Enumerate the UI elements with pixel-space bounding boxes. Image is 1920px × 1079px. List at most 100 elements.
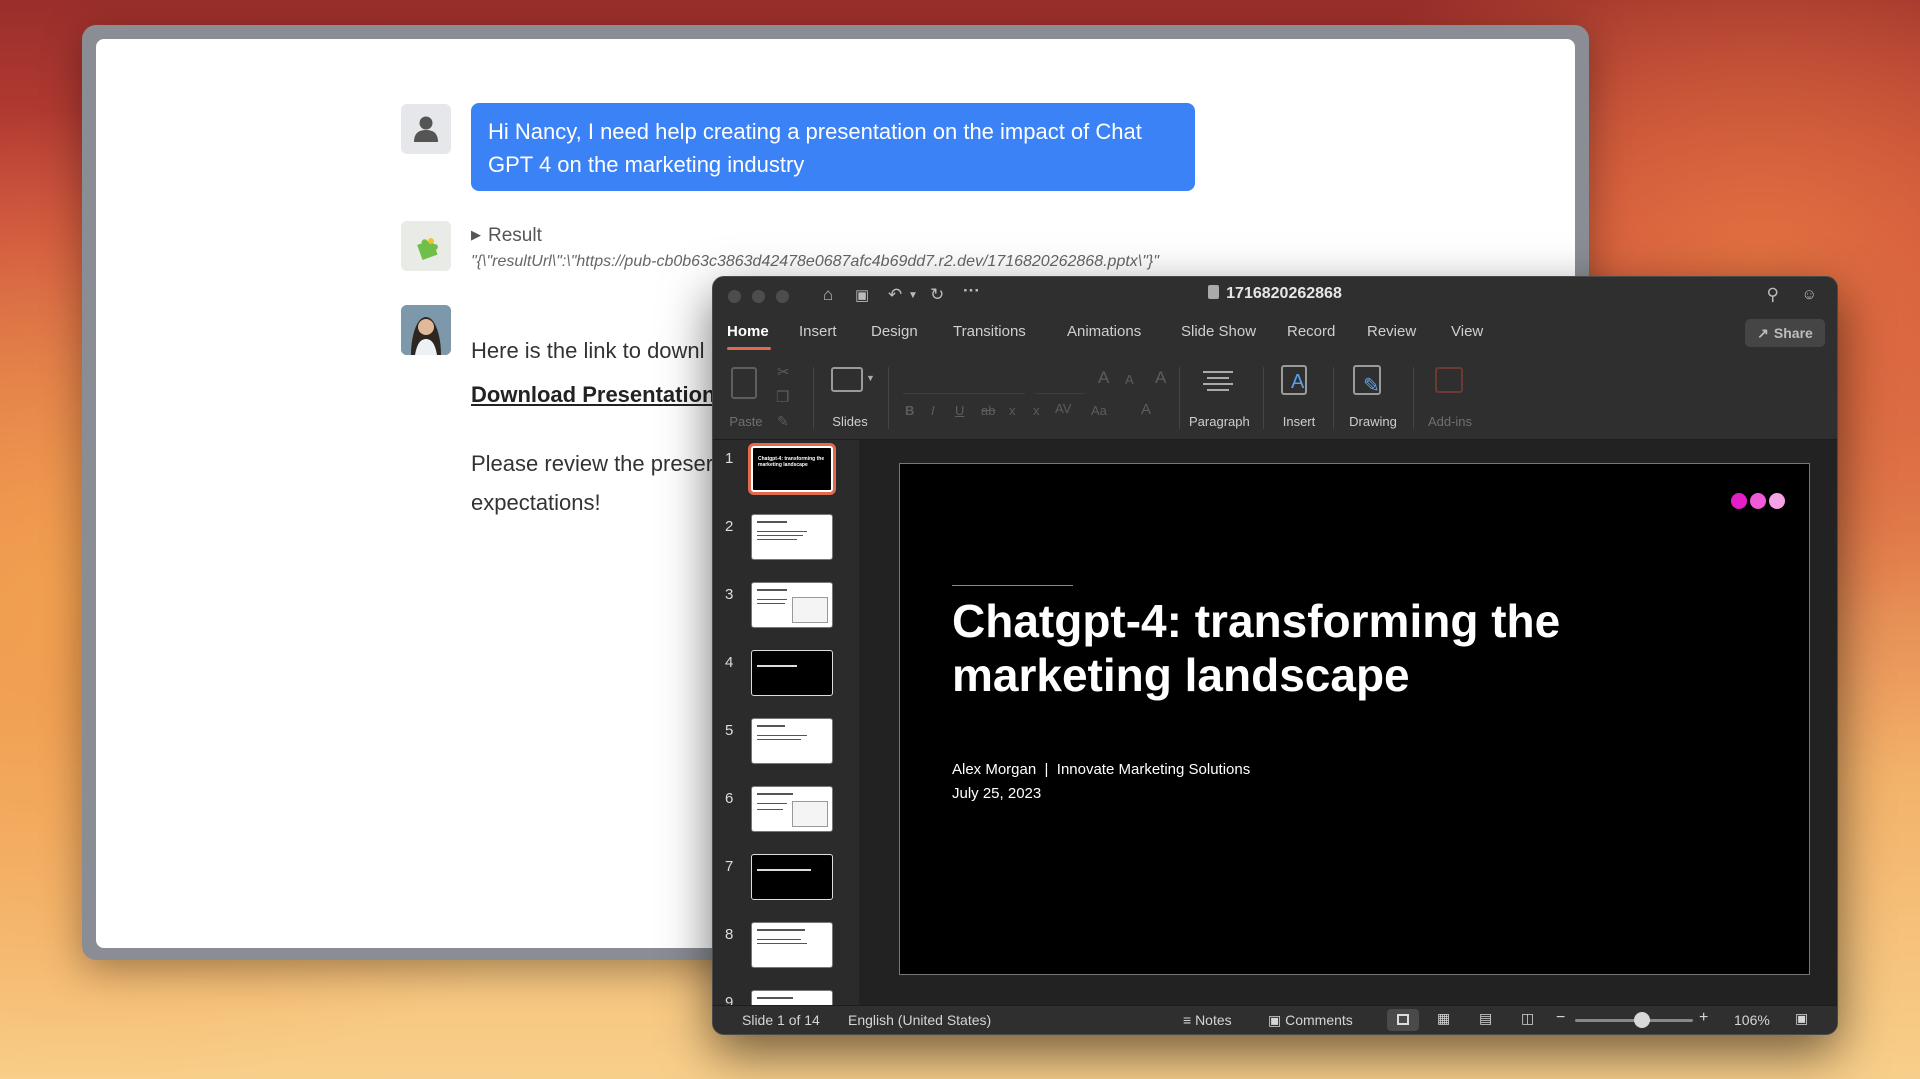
file-icon (1208, 285, 1220, 299)
slides-label: Slides (832, 414, 868, 429)
format-painter-icon[interactable]: ✎ (777, 413, 789, 430)
zoom-level[interactable]: 106% (1734, 1012, 1770, 1028)
link-intro-text: Here is the link to downl (471, 338, 705, 363)
tab-slide-show[interactable]: Slide Show (1181, 323, 1256, 340)
person-icon (414, 116, 438, 142)
slide-thumbnail-2[interactable] (751, 514, 833, 560)
comment-icon: ▣ (1268, 1012, 1282, 1028)
reading-view-button[interactable]: ▤ (1471, 1009, 1503, 1031)
slide-thumbnail-5[interactable] (751, 718, 833, 764)
result-json: "{\"resultUrl\":\"https://pub-cb0b63c386… (471, 253, 1159, 270)
notes-label: Notes (1195, 1012, 1232, 1028)
slides-button[interactable]: ▼ Slides (825, 359, 875, 434)
add-ins-button[interactable]: Add-ins (1425, 359, 1475, 434)
slide-thumbnail-3[interactable] (751, 582, 833, 628)
dot-3 (1769, 493, 1785, 509)
thumbnail-title: Chatgpt-4: transforming the marketing la… (758, 456, 825, 468)
grid-icon: ▦ (1437, 1010, 1451, 1026)
account-icon[interactable]: ☺ (1802, 286, 1817, 303)
underline-icon[interactable]: U (955, 403, 964, 418)
active-tab-indicator (727, 347, 771, 350)
clear-formatting-icon[interactable]: A (1155, 368, 1166, 388)
tab-transitions[interactable]: Transitions (953, 323, 1026, 340)
slide-thumbnail-1[interactable]: Chatgpt-4: transforming the marketing la… (751, 446, 833, 492)
tab-insert[interactable]: Insert (799, 323, 837, 340)
zoom-slider-handle[interactable] (1634, 1012, 1650, 1028)
share-button[interactable]: ↗ Share (1745, 319, 1825, 347)
add-ins-icon (1435, 367, 1463, 393)
current-slide[interactable]: Chatgpt-4: transforming the marketing la… (899, 463, 1810, 975)
agent-photo-icon (401, 305, 451, 355)
disclosure-triangle-icon: ▶ (471, 227, 481, 242)
slide-thumbnail-7[interactable] (751, 854, 833, 900)
superscript-icon[interactable]: x (1033, 403, 1040, 418)
presentation-icon: ◫ (1521, 1010, 1535, 1026)
slides-icon (831, 367, 863, 392)
copy-icon[interactable]: ❐ (776, 388, 789, 406)
plugin-avatar (401, 221, 451, 271)
thumbnail-number: 7 (725, 858, 734, 875)
thumbnail-number: 5 (725, 722, 734, 739)
tab-design[interactable]: Design (871, 323, 918, 340)
cut-icon[interactable]: ✂ (777, 363, 790, 381)
zoom-in-icon[interactable]: + (1699, 1009, 1708, 1027)
normal-view-button[interactable] (1387, 1009, 1419, 1031)
thumbnail-number: 2 (725, 518, 734, 535)
tab-home[interactable]: Home (727, 323, 769, 340)
tab-record[interactable]: Record (1287, 323, 1335, 340)
comments-button[interactable]: ▣ Comments (1268, 1012, 1353, 1029)
increase-font-size-icon[interactable]: A (1098, 368, 1109, 388)
agent-avatar (401, 305, 451, 355)
subscript-icon[interactable]: x (1009, 403, 1016, 418)
search-icon[interactable]: ⚲ (1767, 285, 1779, 305)
paragraph-button[interactable]: Paragraph (1189, 359, 1250, 434)
notes-button[interactable]: ≡ Notes (1183, 1012, 1232, 1028)
insert-button[interactable]: A Insert (1273, 359, 1325, 434)
decrease-font-size-icon[interactable]: A (1125, 372, 1134, 387)
insert-label: Insert (1282, 414, 1316, 429)
font-size-dropdown[interactable] (1035, 369, 1085, 394)
font-color-icon[interactable]: A (1141, 401, 1151, 418)
zoom-out-icon[interactable]: − (1556, 1009, 1565, 1027)
title-rule (952, 585, 1073, 586)
drawing-button[interactable]: ✎ Drawing (1343, 359, 1403, 434)
share-icon: ↗ (1757, 324, 1769, 341)
slide-date[interactable]: July 25, 2023 (952, 785, 1041, 802)
slide-title[interactable]: Chatgpt-4: transforming the marketing la… (952, 594, 1672, 702)
slide-thumbnail-8[interactable] (751, 922, 833, 968)
slide-author[interactable]: Alex Morgan | Innovate Marketing Solutio… (952, 761, 1250, 778)
paragraph-label: Paragraph (1189, 414, 1250, 429)
language-indicator[interactable]: English (United States) (848, 1012, 991, 1028)
share-label: Share (1773, 325, 1813, 341)
slide-thumbnail-9[interactable] (751, 990, 833, 1006)
slide-show-button[interactable]: ◫ (1513, 1009, 1545, 1031)
change-case-icon[interactable]: Aa (1091, 403, 1107, 418)
thumbnail-number: 6 (725, 790, 734, 807)
bold-icon[interactable]: B (905, 403, 914, 418)
tab-review[interactable]: Review (1367, 323, 1416, 340)
ribbon-divider (813, 367, 814, 429)
thumbnail-number: 1 (725, 450, 734, 467)
notes-icon: ≡ (1183, 1012, 1192, 1028)
paste-label: Paste (729, 414, 763, 429)
slide-thumbnail-4[interactable] (751, 650, 833, 696)
character-spacing-icon[interactable]: AV (1055, 401, 1071, 416)
result-label: Result (488, 225, 542, 246)
slide-thumbnail-6[interactable] (751, 786, 833, 832)
tab-animations[interactable]: Animations (1067, 323, 1141, 340)
result-toggle[interactable]: ▶ Result (471, 225, 542, 247)
font-name-dropdown[interactable] (903, 369, 1025, 394)
fit-to-window-icon[interactable]: ▣ (1795, 1010, 1808, 1027)
strikethrough-icon[interactable]: ab (981, 403, 995, 418)
italic-icon[interactable]: I (931, 403, 935, 418)
slide-sorter-button[interactable]: ▦ (1429, 1009, 1461, 1031)
document-title: 1716820262868 (713, 285, 1837, 303)
tab-view[interactable]: View (1451, 323, 1483, 340)
thumbnail-number: 3 (725, 586, 734, 603)
paragraph-align-icon (1203, 371, 1233, 391)
paste-button[interactable]: Paste (725, 359, 767, 434)
slides-dropdown-chevron-icon: ▼ (866, 373, 875, 383)
download-presentation-link[interactable]: Download Presentation (471, 382, 715, 408)
dot-2 (1750, 493, 1766, 509)
slide-editing-area[interactable]: Chatgpt-4: transforming the marketing la… (859, 440, 1837, 1006)
